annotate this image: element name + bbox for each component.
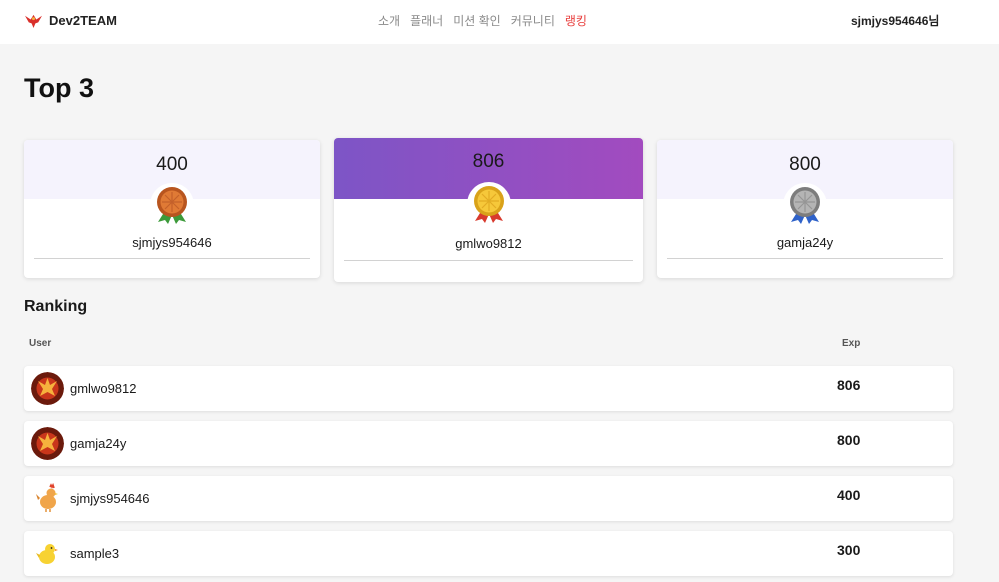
nav-menu: 소개 플래너 미션 확인 커뮤니티 랭킹 <box>378 12 587 29</box>
card-username: gmlwo9812 <box>455 236 522 251</box>
card-divider <box>344 260 633 261</box>
ranking-username: sjmjys954646 <box>70 491 150 506</box>
ranking-title: Ranking <box>24 298 88 315</box>
top-card-gold: 806 gmlwo9812 <box>334 138 643 282</box>
card-score: 400 <box>156 154 188 175</box>
ranking-exp: 300 <box>837 542 861 558</box>
ranking-row[interactable]: sjmjys954646 400 <box>24 476 953 521</box>
chicken-icon <box>31 482 64 515</box>
ranking-username: sample3 <box>70 546 120 561</box>
silver-medal-icon <box>790 187 820 224</box>
top-card-silver: 800 gamja24y <box>657 140 953 278</box>
card-score: 806 <box>472 151 505 172</box>
ranking-row[interactable]: gamja24y 800 <box>24 421 953 466</box>
ranking-exp: 806 <box>837 377 861 393</box>
ranking-exp: 800 <box>837 432 861 448</box>
ranking-username: gamja24y <box>70 436 127 451</box>
nav-item-ranking[interactable]: 랭킹 <box>565 12 587 29</box>
ranking-username: gmlwo9812 <box>70 381 137 396</box>
brand-name: Dev2TEAM <box>49 13 117 28</box>
chick-icon <box>31 537 64 570</box>
card-username: gamja24y <box>776 235 834 250</box>
nav-item-intro[interactable]: 소개 <box>378 12 400 29</box>
page-title: Top 3 <box>24 73 94 103</box>
card-divider <box>34 258 310 259</box>
brand-logo[interactable]: Dev2TEAM <box>24 12 117 29</box>
phoenix-logo-icon <box>25 14 42 29</box>
ranking-row[interactable]: sample3 300 <box>24 531 953 576</box>
card-score: 800 <box>789 154 821 175</box>
column-header-user: User <box>29 338 52 349</box>
nav-item-community[interactable]: 커뮤니티 <box>511 12 555 29</box>
card-username: sjmjys954646 <box>132 235 212 250</box>
column-header-exp: Exp <box>842 338 861 349</box>
nav-item-planner[interactable]: 플래너 <box>410 12 443 29</box>
gold-medal-icon <box>473 186 504 223</box>
phoenix-icon <box>31 372 64 405</box>
ranking-row[interactable]: gmlwo9812 806 <box>24 366 953 411</box>
nav-item-mission[interactable]: 미션 확인 <box>453 12 501 29</box>
ranking-exp: 400 <box>837 487 861 503</box>
bronze-medal-icon <box>157 187 187 224</box>
top-navbar: Dev2TEAM 소개 플래너 미션 확인 커뮤니티 랭킹 sjmjys9546… <box>0 0 999 44</box>
phoenix-icon <box>31 427 64 460</box>
user-greeting[interactable]: sjmjys954646님 <box>851 12 939 29</box>
top-card-bronze: 400 sjmjys954646 <box>24 140 320 278</box>
card-divider <box>667 258 943 259</box>
